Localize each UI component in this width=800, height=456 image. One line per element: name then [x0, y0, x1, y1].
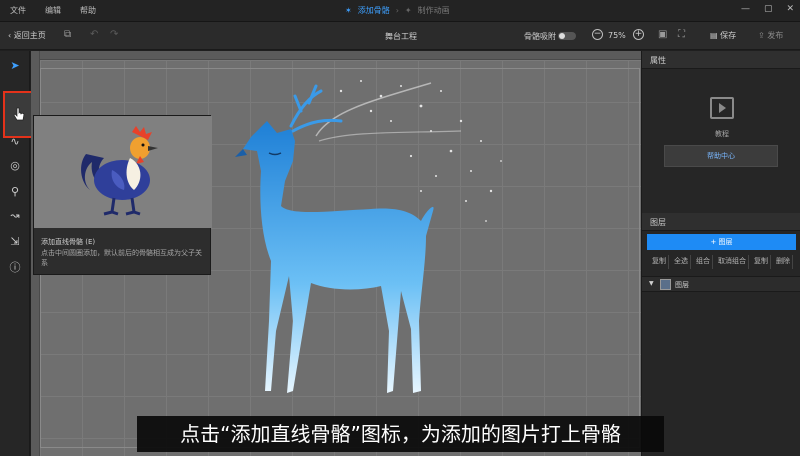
breadcrumb-next-step[interactable]: 制作动画	[418, 5, 450, 16]
subtitle-caption: 点击“添加直线骨骼”图标，为添加的图片打上骨骼	[137, 416, 664, 452]
tool-tooltip: 添加直线骨骼 (E) 点击中间圆圈添加，默认前后的骨骼相互成为父子关系	[33, 115, 212, 275]
add-layer-button[interactable]: + 图层	[647, 234, 796, 250]
tooltip-title: 添加直线骨骼 (E)	[41, 238, 96, 246]
layers-header: 图层	[642, 213, 800, 231]
undo-icon[interactable]: ↶	[90, 29, 98, 40]
layer-name: 图层	[675, 281, 689, 289]
layer-duplicate-button[interactable]: 复制	[752, 255, 771, 269]
expand-arrow-icon[interactable]: ▼	[649, 280, 654, 287]
back-home-button[interactable]: ‹ 返回主页	[8, 30, 46, 41]
redo-icon[interactable]: ↷	[110, 29, 118, 40]
rotate-bone-icon[interactable]: ◎	[8, 159, 22, 173]
minimize-icon[interactable]: —	[741, 4, 750, 14]
toggle-knob	[559, 33, 565, 39]
tutorial-label: 教程	[715, 130, 729, 138]
menu-help[interactable]: 帮助	[70, 5, 105, 16]
layer-delete-button[interactable]: 删除	[774, 255, 793, 269]
curve-bone-icon[interactable]: ∿	[8, 135, 22, 149]
layer-item[interactable]: ▼ 图层	[642, 276, 800, 292]
layer-thumbnail	[660, 279, 671, 290]
breadcrumb: ✶ 添加骨骼 › ✦ 制作动画	[345, 5, 450, 16]
path-tool-icon[interactable]: ↝	[8, 209, 22, 223]
toolbar: ‹ 返回主页 ⧉ ↶ ↷ 舞台工程 骨骼吸附 − 75% + ▣ ⛶ ▤ 保存 …	[0, 22, 800, 50]
back-home-label: 返回主页	[13, 31, 46, 40]
tutorial-play-icon[interactable]	[710, 97, 734, 119]
pin-tool-icon[interactable]: ⇲	[8, 235, 22, 249]
publish-button[interactable]: ⇪ 发布	[758, 30, 783, 41]
fit-100-icon[interactable]: ▣	[658, 29, 667, 40]
import-icon[interactable]: ⧉	[64, 29, 71, 40]
rooster-illustration	[81, 126, 158, 216]
save-button[interactable]: ▤ 保存	[710, 30, 736, 41]
publish-label: 发布	[767, 31, 784, 40]
close-icon[interactable]: ✕	[786, 4, 794, 14]
tool-strip: ➤ ∿ ◎ ⚲ ↝ ⇲ ⓘ	[0, 51, 37, 456]
select-tool-icon[interactable]: ➤	[8, 59, 22, 73]
layer-toolbar: 复制 全选 组合 取消组合 复制 删除	[642, 255, 800, 269]
menu-bar: 文件 编辑 帮助 ✶ 添加骨骼 › ✦ 制作动画 — ▢ ✕	[0, 0, 800, 22]
chevron-right-icon: ›	[395, 6, 399, 15]
layer-copy-button[interactable]: 复制	[650, 255, 669, 269]
menu-file[interactable]: 文件	[0, 5, 35, 16]
right-panel: 属性 教程 帮助中心 图层 + 图层 复制 全选 组合 取消组合 复制 删除 ▼…	[641, 51, 800, 456]
help-icon[interactable]: ⓘ	[8, 261, 22, 275]
help-center-button[interactable]: 帮助中心	[664, 145, 778, 167]
bone-step-icon: ✶	[345, 6, 352, 15]
zoom-level[interactable]: 75%	[608, 31, 626, 40]
properties-header: 属性	[642, 51, 800, 69]
zoom-in-icon[interactable]: +	[633, 29, 644, 40]
hand-cursor-icon	[13, 107, 25, 121]
window-controls: — ▢ ✕	[741, 4, 794, 14]
animation-step-icon: ✦	[404, 6, 412, 15]
maximize-icon[interactable]: ▢	[764, 4, 773, 14]
layer-ungroup-button[interactable]: 取消组合	[716, 255, 749, 269]
snap-toggle[interactable]	[558, 32, 576, 40]
stage-title: 舞台工程	[385, 32, 417, 41]
save-label: 保存	[720, 31, 737, 40]
ruler-horizontal	[31, 51, 641, 60]
layer-group-button[interactable]: 组合	[694, 255, 713, 269]
breadcrumb-active-step[interactable]: 添加骨骼	[358, 5, 390, 16]
tooltip-description: 点击中间圆圈添加，默认前后的骨骼相互成为父子关系	[41, 249, 202, 267]
tooltip-preview	[34, 116, 212, 228]
zoom-out-icon[interactable]: −	[592, 29, 603, 40]
deer-image[interactable]	[221, 61, 551, 421]
bind-bone-icon[interactable]: ⚲	[8, 185, 22, 199]
play-icon	[719, 103, 726, 113]
layer-select-all-button[interactable]: 全选	[672, 255, 691, 269]
menu-edit[interactable]: 编辑	[35, 5, 70, 16]
snap-label: 骨骼吸附	[524, 32, 556, 41]
fullscreen-icon[interactable]: ⛶	[678, 29, 685, 40]
